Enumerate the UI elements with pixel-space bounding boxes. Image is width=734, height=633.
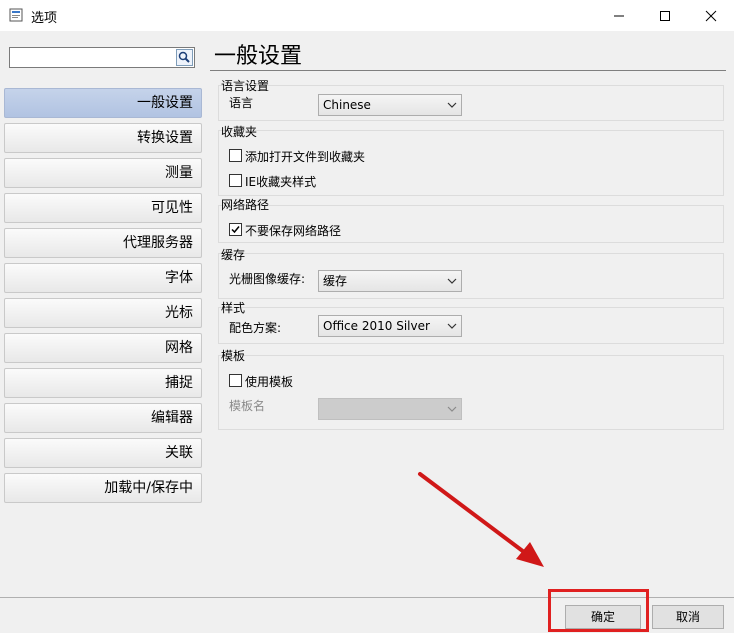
sidebar-item-proxy[interactable]: 代理服务器 [4,228,202,258]
language-select-value: Chinese [323,98,371,112]
chevron-down-icon [447,102,457,108]
chevron-down-icon [447,278,457,284]
sidebar-item-editor[interactable]: 编辑器 [4,403,202,433]
color-scheme-label: 配色方案: [229,321,282,335]
sidebar-item-conversion[interactable]: 转换设置 [4,123,202,153]
favorites-group-label: 收藏夹 [221,125,258,139]
sidebar-item-label: 加载中/保存中 [104,480,193,496]
style-group-label: 样式 [221,301,246,315]
style-group [218,307,724,344]
template-name-select[interactable] [318,398,462,420]
close-icon [705,10,717,21]
language-group-label: 语言设置 [221,79,270,93]
sidebar-item-general[interactable]: 一般设置 [4,88,202,118]
search-field[interactable] [12,49,176,68]
template-group [218,355,724,430]
sidebar-item-label: 一般设置 [137,95,193,111]
sidebar-item-grid[interactable]: 网格 [4,333,202,363]
sidebar-item-load-save[interactable]: 加载中/保存中 [4,473,202,503]
cache-group-label: 缓存 [221,248,246,262]
chevron-down-icon [447,323,457,329]
color-scheme-select[interactable]: Office 2010 Silver [318,315,462,337]
add-to-favorites-checkbox[interactable] [229,149,242,162]
use-template-checkbox[interactable] [229,374,242,387]
checkmark-icon [231,226,240,234]
title-bar: 选项 [0,0,734,31]
annotation-arrow [418,472,544,567]
raster-cache-select[interactable]: 缓存 [318,270,462,292]
sidebar-item-cursor[interactable]: 光标 [4,298,202,328]
template-group-label: 模板 [221,349,246,363]
minimize-icon [614,15,624,16]
sidebar-item-label: 代理服务器 [123,235,193,251]
cancel-button[interactable]: 取消 [652,605,724,629]
language-label: 语言 [229,96,254,110]
sidebar-item-visibility[interactable]: 可见性 [4,193,202,223]
add-to-favorites-label: 添加打开文件到收藏夹 [245,150,366,164]
sidebar-item-label: 编辑器 [151,410,193,426]
raster-cache-select-value: 缓存 [323,274,348,288]
sidebar-item-association[interactable]: 关联 [4,438,202,468]
sidebar-item-snap[interactable]: 捕捉 [4,368,202,398]
ie-favorites-style-checkbox[interactable] [229,174,242,187]
dont-save-network-path-checkbox[interactable] [229,223,242,236]
template-name-label: 模板名 [229,399,266,413]
chevron-down-icon [447,406,457,412]
minimize-button[interactable] [596,0,642,31]
sidebar-item-label: 光标 [165,305,193,321]
sidebar-item-label: 字体 [165,270,193,286]
sidebar-item-label: 关联 [165,445,193,461]
language-group [218,85,724,121]
search-input[interactable] [9,47,195,68]
sidebar-item-measure[interactable]: 测量 [4,158,202,188]
dont-save-network-path-label: 不要保存网络路径 [245,224,342,238]
search-icon[interactable] [176,49,193,66]
color-scheme-select-value: Office 2010 Silver [323,319,430,333]
title-divider [210,70,726,71]
maximize-icon [660,10,670,21]
language-select[interactable]: Chinese [318,94,462,116]
ie-favorites-style-label: IE收藏夹样式 [245,175,317,189]
sidebar-item-label: 测量 [165,165,193,181]
maximize-button[interactable] [642,0,688,31]
network-path-group-label: 网络路径 [221,198,270,212]
sidebar-item-label: 捕捉 [165,375,193,391]
window-title: 选项 [31,11,58,26]
sidebar-item-font[interactable]: 字体 [4,263,202,293]
sidebar-item-label: 网格 [165,340,193,356]
annotation-highlight-box [548,589,649,632]
raster-cache-label: 光栅图像缓存: [229,272,306,286]
app-icon [9,8,23,22]
sidebar-item-label: 可见性 [151,200,193,216]
sidebar-item-label: 转换设置 [137,130,193,146]
use-template-label: 使用模板 [245,375,294,389]
close-button[interactable] [688,0,734,31]
page-title: 一般设置 [214,44,303,69]
